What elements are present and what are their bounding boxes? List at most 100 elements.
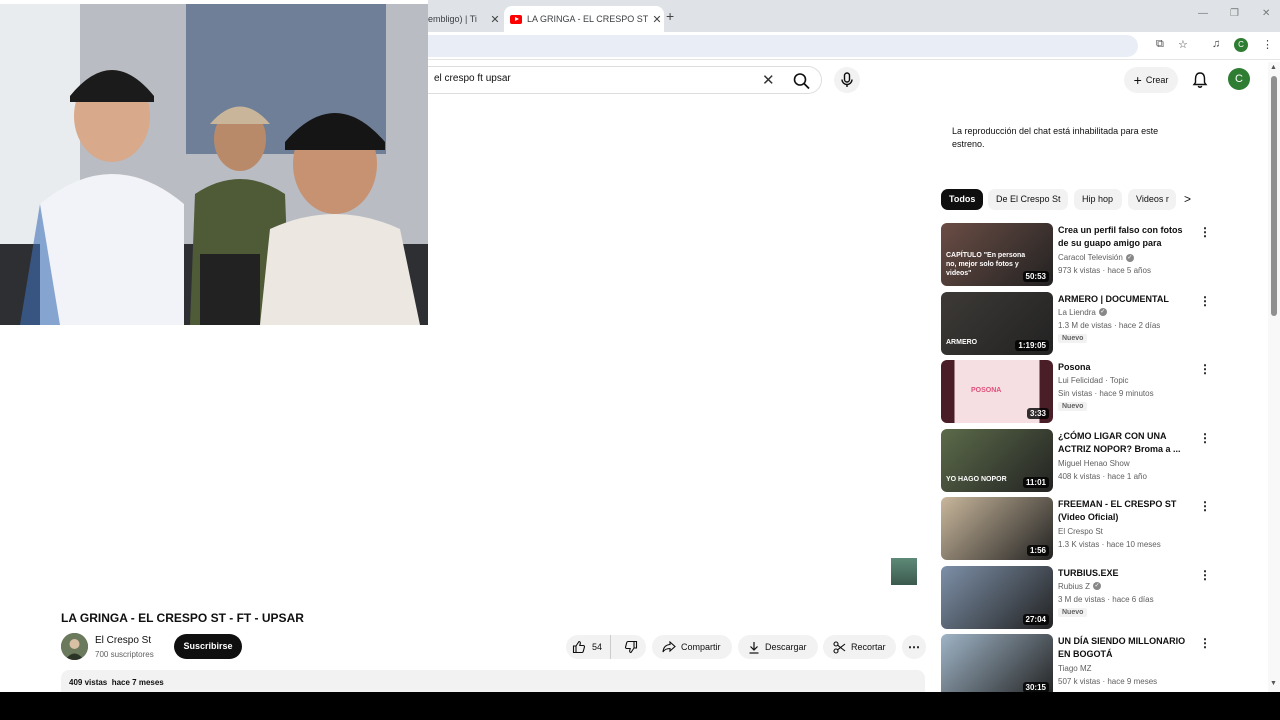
- recommendation-channel[interactable]: Caracol Televisión ✓: [1058, 253, 1134, 262]
- more-options-icon[interactable]: ⋮: [1199, 499, 1211, 513]
- recommendation-title[interactable]: Posona: [1058, 361, 1194, 374]
- recommendation-channel[interactable]: La Liendra ✓: [1058, 308, 1107, 317]
- video-thumbnail[interactable]: YO HAGO NOPOR 11:01: [941, 428, 1053, 492]
- video-duration: 11:01: [1022, 476, 1049, 488]
- recommendation-meta: Sin vistas · hace 9 minutos: [1058, 389, 1154, 398]
- video-thumbnail[interactable]: 1:56: [941, 497, 1053, 560]
- close-window-icon[interactable]: ✕: [1262, 8, 1270, 19]
- channel-label: Miguel Henao Show: [1058, 458, 1130, 468]
- video-thumbnail[interactable]: CAPÍTULO "En persona no, mejor solo foto…: [941, 223, 1053, 286]
- chip-hip-hop[interactable]: Hip hop: [1074, 189, 1122, 210]
- recommendation-item[interactable]: YO HAGO NOPOR 11:01 ¿CÓMO LIGAR CON UNA AC…: [941, 428, 1211, 493]
- recommendation-title[interactable]: ¿CÓMO LIGAR CON UNA ACTRIZ NOPOR? Broma …: [1058, 430, 1194, 456]
- recommendation-channel[interactable]: Tiago MZ: [1058, 664, 1092, 673]
- more-options-icon[interactable]: ⋮: [1199, 568, 1211, 582]
- upload-age: hace 7 meses: [111, 678, 164, 687]
- description-box[interactable]: 409 vistas hace 7 meses: [61, 670, 925, 692]
- like-button[interactable]: 54: [566, 635, 611, 659]
- browser-menu-icon[interactable]: ⋮: [1262, 38, 1273, 51]
- subscriber-count: 700 suscriptores: [95, 650, 154, 659]
- recommendation-title[interactable]: UN DÍA SIENDO MILLONARIO EN BOGOTÁ: [1058, 635, 1194, 661]
- video-duration: 27:04: [1022, 613, 1049, 625]
- recommendation-item[interactable]: CAPÍTULO "En persona no, mejor solo foto…: [941, 223, 1211, 287]
- like-dislike-group: 54: [566, 635, 646, 659]
- recommendation-meta: 408 k vistas · hace 1 año: [1058, 471, 1147, 481]
- scrollbar[interactable]: ▲ ▼: [1268, 62, 1280, 692]
- video-thumbnail[interactable]: POSONA 3:33: [941, 360, 1053, 423]
- recommendation-item[interactable]: 1:56 FREEMAN - EL CRESPO ST (Video Oficia…: [941, 497, 1211, 561]
- tab-title: LA GRINGA - EL CRESPO ST - F: [527, 14, 650, 24]
- new-tab-button[interactable]: +: [666, 8, 674, 24]
- download-icon: [749, 641, 759, 654]
- chip-channel[interactable]: De El Crespo St: [988, 189, 1068, 210]
- channel-label: Rubius Z: [1058, 581, 1091, 591]
- video-thumbnail[interactable]: 30:15: [941, 634, 1053, 692]
- chip-videos[interactable]: Videos r: [1128, 189, 1176, 210]
- share-button[interactable]: Compartir: [652, 635, 732, 659]
- minimize-icon[interactable]: —: [1198, 8, 1208, 19]
- omnibox[interactable]: [428, 35, 1138, 57]
- create-button[interactable]: + Crear: [1124, 67, 1178, 93]
- chevron-right-icon[interactable]: >: [1184, 192, 1191, 206]
- tab-close-icon[interactable]: ✕: [488, 13, 502, 26]
- download-button[interactable]: Descargar: [738, 635, 818, 659]
- recommendation-title[interactable]: FREEMAN - EL CRESPO ST (Video Oficial): [1058, 498, 1194, 524]
- verified-check-icon: ✓: [1093, 582, 1102, 591]
- tab-title: embligo) | Ti: [428, 14, 477, 24]
- video-thumbnail[interactable]: ARMERO 1:19:05: [941, 291, 1053, 355]
- dislike-button[interactable]: [616, 640, 646, 654]
- more-options-icon[interactable]: ⋮: [1199, 636, 1211, 650]
- more-options-icon[interactable]: ⋮: [1199, 362, 1211, 376]
- browser-tab-1[interactable]: embligo) | Ti ✕: [428, 6, 502, 32]
- recommendation-channel[interactable]: Lui Felicidad · Topic: [1058, 376, 1129, 385]
- create-label: Crear: [1145, 75, 1169, 85]
- more-options-icon[interactable]: ⋮: [1199, 294, 1211, 308]
- recommendation-title[interactable]: Crea un perfil falso con fotos de su gua…: [1058, 224, 1194, 250]
- verified-check-icon: ✓: [1098, 308, 1107, 317]
- more-actions-icon[interactable]: ⋯: [902, 635, 926, 659]
- recommendation-channel[interactable]: Rubius Z ✓: [1058, 581, 1102, 591]
- recommendation-title[interactable]: ARMERO | DOCUMENTAL: [1058, 293, 1194, 306]
- scissors-icon: [833, 640, 846, 654]
- search-icon[interactable]: [790, 70, 814, 92]
- video-duration: 30:15: [1022, 682, 1049, 692]
- account-avatar[interactable]: C: [1228, 68, 1250, 90]
- subscribe-button[interactable]: Suscribirse: [174, 634, 242, 659]
- recommendation-item[interactable]: 27:04 TURBIUS.EXE Rubius Z ✓ 3 M de vistas ·…: [941, 565, 1211, 630]
- recommendation-channel[interactable]: Miguel Henao Show: [1058, 459, 1130, 468]
- video-thumbnail[interactable]: 27:04: [941, 565, 1053, 629]
- voice-search-button[interactable]: [834, 67, 860, 93]
- recommendation-item[interactable]: 30:15 UN DÍA SIENDO MILLONARIO EN BOGOTÁ T…: [941, 634, 1211, 692]
- more-options-icon[interactable]: ⋮: [1199, 225, 1211, 239]
- more-options-icon[interactable]: ⋮: [1199, 431, 1211, 445]
- recommendation-item[interactable]: ARMERO 1:19:05 ARMERO | DOCUMENTAL La Liend…: [941, 291, 1211, 356]
- recommendation-channel[interactable]: El Crespo St: [1058, 527, 1103, 536]
- channel-name[interactable]: El Crespo St: [95, 635, 151, 646]
- install-app-icon[interactable]: ⧉: [1156, 38, 1164, 51]
- recommendation-meta: 1.3 K vistas · hace 10 meses: [1058, 540, 1161, 549]
- scroll-down-arrow-icon[interactable]: ▼: [1270, 680, 1277, 687]
- search-input[interactable]: [434, 73, 734, 84]
- notifications-bell-icon[interactable]: [1192, 71, 1208, 89]
- browser-tab-active[interactable]: LA GRINGA - EL CRESPO ST - F ✕: [504, 6, 664, 32]
- tab-close-icon[interactable]: ✕: [650, 13, 664, 26]
- new-badge: Nuevo: [1058, 402, 1088, 411]
- scrollbar-thumb[interactable]: [1271, 76, 1277, 316]
- chip-todos[interactable]: Todos: [941, 189, 983, 210]
- recommendation-item[interactable]: POSONA 3:33 Posona Lui Felicidad · Topic Sin…: [941, 360, 1211, 424]
- browser-profile-avatar[interactable]: C: [1234, 38, 1248, 52]
- recommendation-title[interactable]: TURBIUS.EXE: [1058, 567, 1194, 580]
- mini-player-thumbnail[interactable]: [891, 558, 917, 585]
- maximize-icon[interactable]: ❐: [1230, 8, 1239, 19]
- plus-icon: +: [1133, 72, 1142, 88]
- scroll-up-arrow-icon[interactable]: ▲: [1270, 64, 1277, 71]
- channel-label: Tiago MZ: [1058, 664, 1092, 673]
- youtube-favicon-icon: [510, 14, 522, 24]
- clip-button[interactable]: Recortar: [823, 635, 896, 659]
- clear-search-icon[interactable]: ✕: [762, 71, 775, 89]
- microphone-icon: [841, 72, 853, 87]
- media-controls-icon[interactable]: ♫: [1212, 38, 1220, 50]
- bookmark-star-icon[interactable]: ☆: [1178, 38, 1188, 51]
- thumbnail-caption: POSONA: [971, 387, 1002, 394]
- channel-avatar[interactable]: [61, 633, 88, 660]
